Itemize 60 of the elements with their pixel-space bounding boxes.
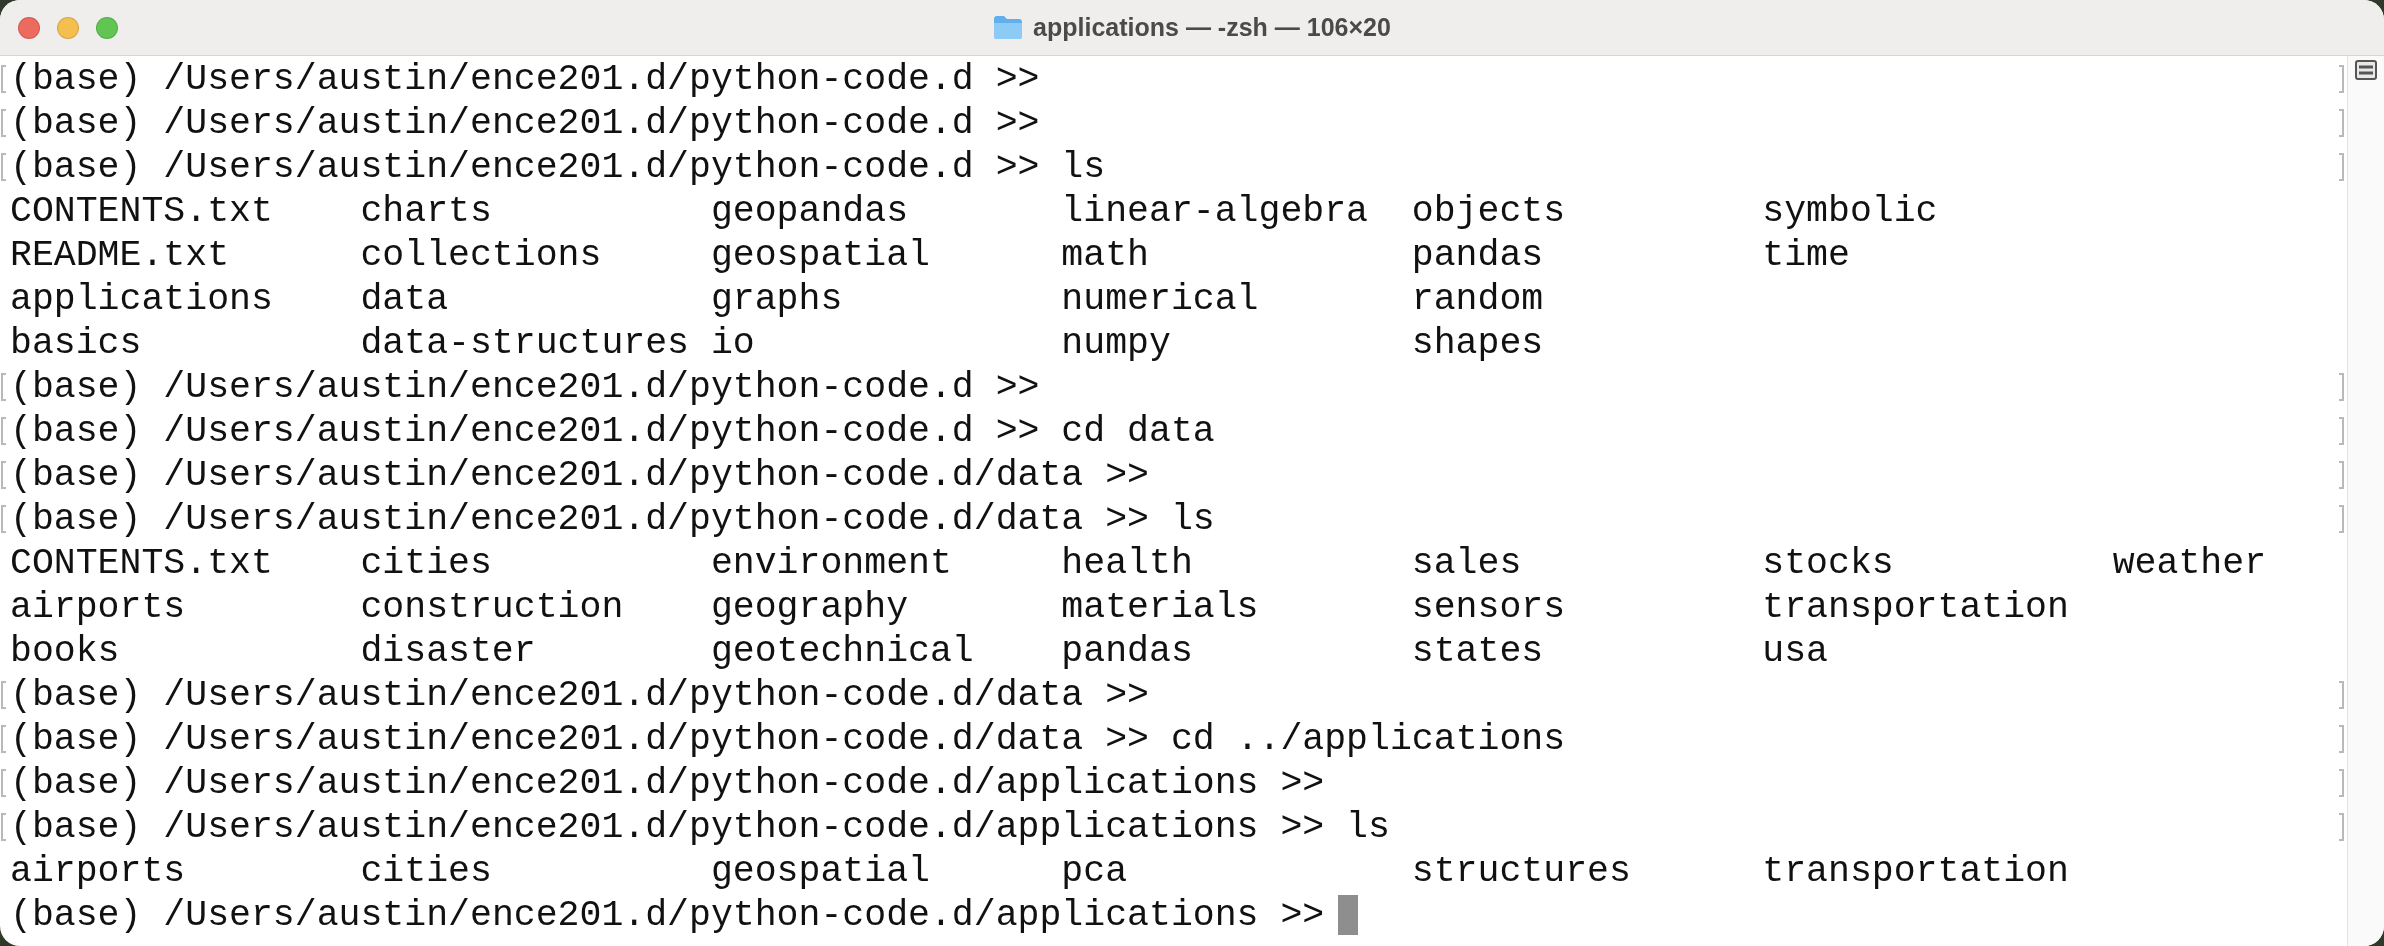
prompt-line: (base) /Users/austin/ence201.d/python-code.d/data >> ls <box>10 498 1215 540</box>
file-name: sensors <box>1411 586 1566 628</box>
file-name: charts <box>360 190 492 232</box>
prompt-line: (base) /Users/austin/ence201.d/python-code.d/data >> cd ../applications <box>10 718 1566 760</box>
file-name: data-structures <box>360 322 689 364</box>
file-name: objects <box>1411 190 1566 232</box>
file-name: time <box>1762 234 1850 276</box>
file-name: geography <box>710 586 909 628</box>
file-name: transportation <box>1762 586 2069 628</box>
prompt-line: (base) /Users/austin/ence201.d/python-code.d/data >> <box>10 674 1149 716</box>
file-name: numpy <box>1061 322 1171 364</box>
file-name: collections <box>360 234 602 276</box>
file-name: structures <box>1411 850 1631 892</box>
file-name: usa <box>1762 630 1828 672</box>
file-name: applications <box>10 278 273 320</box>
file-name: geotechnical <box>710 630 974 672</box>
file-name: io <box>710 322 755 364</box>
file-name: disaster <box>360 630 536 672</box>
file-name: CONTENTS.txt <box>10 542 273 584</box>
file-name: cities <box>360 850 492 892</box>
file-name: README.txt <box>10 234 230 276</box>
file-name: math <box>1061 234 1149 276</box>
window-title: applications — -zsh — 106×20 <box>1033 13 1391 42</box>
file-name: sales <box>1411 542 1522 584</box>
prompt-line: (base) /Users/austin/ence201.d/python-code.d/applications >> <box>10 762 1325 804</box>
file-name: basics <box>10 322 142 364</box>
prompt-line: (base) /Users/austin/ence201.d/python-code.d >> <box>10 102 1040 144</box>
file-name: numerical <box>1061 278 1259 320</box>
file-name: geospatial <box>710 850 930 892</box>
file-name: linear-algebra <box>1061 190 1368 232</box>
file-name: pandas <box>1411 234 1544 276</box>
prompt-line: (base) /Users/austin/ence201.d/python-code.d/applications >> <box>10 894 1325 936</box>
prompt-line: (base) /Users/austin/ence201.d/python-code.d >> <box>10 58 1040 100</box>
prompt-line: (base) /Users/austin/ence201.d/python-code.d/applications >> ls <box>10 806 1390 848</box>
prompt-line: (base) /Users/austin/ence201.d/python-code.d >> cd data <box>10 410 1215 452</box>
prompt-line: (base) /Users/austin/ence201.d/python-code.d/data >> <box>10 454 1149 496</box>
file-name: materials <box>1061 586 1259 628</box>
file-name: airports <box>10 850 186 892</box>
file-name: geospatial <box>710 234 930 276</box>
file-name: symbolic <box>1762 190 1938 232</box>
file-name: health <box>1061 542 1193 584</box>
file-name: books <box>10 630 120 672</box>
file-name: random <box>1411 278 1544 320</box>
prompt-line: (base) /Users/austin/ence201.d/python-code.d >> ls <box>10 146 1106 188</box>
file-name: pandas <box>1061 630 1193 672</box>
file-name: airports <box>10 586 186 628</box>
file-name: stocks <box>1762 542 1894 584</box>
prompt-line: (base) /Users/austin/ence201.d/python-code.d >> <box>10 366 1040 408</box>
file-name: construction <box>360 586 624 628</box>
file-name: states <box>1411 630 1544 672</box>
file-name: geopandas <box>710 190 909 232</box>
file-name: environment <box>710 542 952 584</box>
file-name: pca <box>1061 850 1128 892</box>
file-name: CONTENTS.txt <box>10 190 273 232</box>
file-name: transportation <box>1762 850 2069 892</box>
file-name: graphs <box>710 278 843 320</box>
file-name: weather <box>2112 542 2267 584</box>
file-name: data <box>360 278 449 320</box>
file-name: shapes <box>1411 322 1544 364</box>
file-name: cities <box>360 542 492 584</box>
